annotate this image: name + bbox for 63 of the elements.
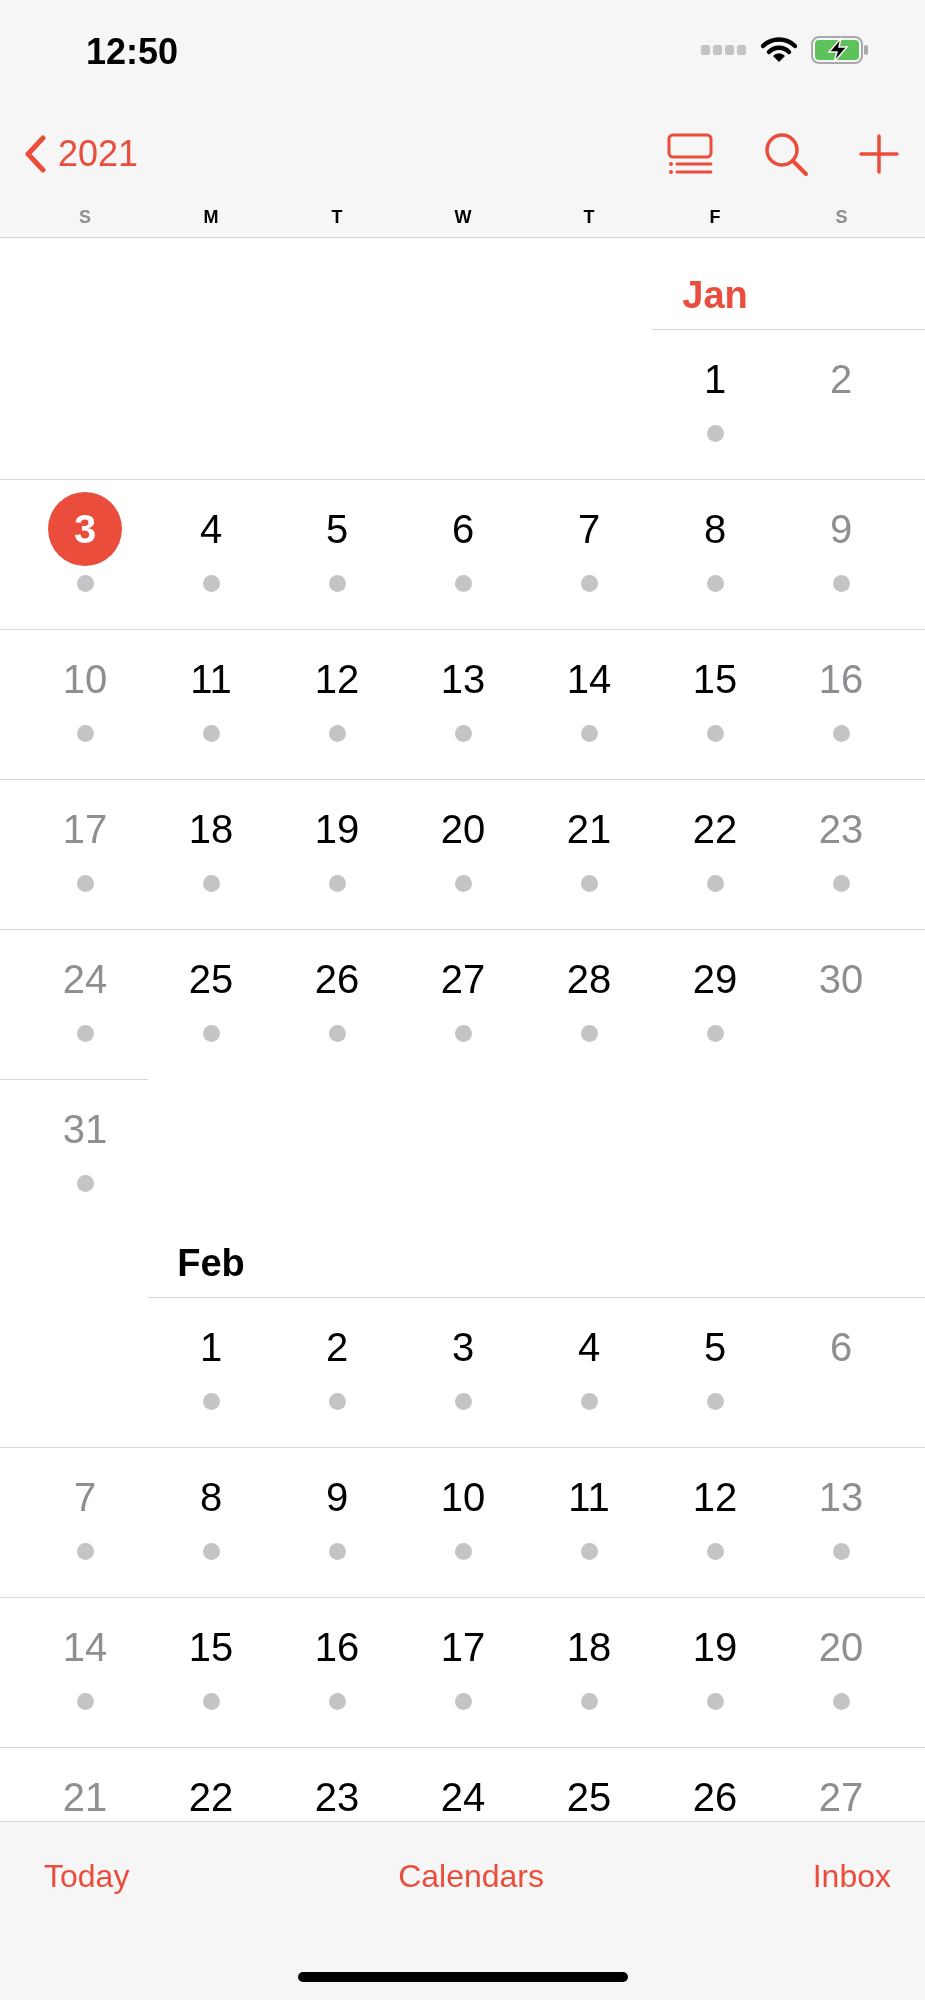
weekday-label: T	[583, 206, 595, 229]
calendar-date[interactable]: 16	[300, 1610, 374, 1684]
calendar-date[interactable]: 1	[678, 342, 752, 416]
calendar-date[interactable]: 4	[552, 1310, 626, 1384]
calendar-date[interactable]: 25	[174, 942, 248, 1016]
calendar-date[interactable]: 3	[426, 1310, 500, 1384]
wifi-icon	[761, 37, 797, 63]
weekday-label: F	[709, 206, 721, 229]
plus-icon	[859, 134, 899, 174]
calendar-date[interactable]: 22	[678, 792, 752, 866]
calendar-date[interactable]: 26	[300, 942, 374, 1016]
calendar-date[interactable]: 1	[174, 1310, 248, 1384]
calendar-date[interactable]: 21	[552, 792, 626, 866]
weekday-label: S	[835, 206, 848, 229]
calendar-date[interactable]: 15	[678, 642, 752, 716]
calendar-date[interactable]: 27	[426, 942, 500, 1016]
weekday-label: M	[203, 206, 219, 229]
calendar-date[interactable]: 12	[678, 1460, 752, 1534]
calendar-date[interactable]: 7	[552, 492, 626, 566]
calendar-date[interactable]: 19	[300, 792, 374, 866]
calendar-date[interactable]: 15	[174, 1610, 248, 1684]
battery-charging-icon	[811, 36, 869, 64]
calendar-date[interactable]: 18	[174, 792, 248, 866]
add-button[interactable]	[859, 134, 899, 174]
calendar-date[interactable]: 13	[426, 642, 500, 716]
month-title: Jan	[682, 273, 748, 317]
calendar-date[interactable]: 25	[552, 1760, 626, 1821]
month-title: Feb	[177, 1241, 245, 1285]
calendar-date[interactable]: 29	[678, 942, 752, 1016]
calendar-date[interactable]: 22	[174, 1760, 248, 1821]
calendar-date[interactable]: 26	[678, 1760, 752, 1821]
status-time: 12:50	[86, 31, 179, 73]
today-date[interactable]: 3	[48, 492, 122, 566]
calendar-date[interactable]: 20	[426, 792, 500, 866]
calendar-date[interactable]: 11	[174, 642, 248, 716]
calendar-date[interactable]: 12	[300, 642, 374, 716]
calendar-date[interactable]: 28	[552, 942, 626, 1016]
chevron-left-icon	[24, 135, 46, 173]
calendar-date[interactable]: 10	[426, 1460, 500, 1534]
year-label: 2021	[58, 133, 139, 175]
signal-icon	[701, 45, 747, 55]
calendar-date[interactable]: 6	[426, 492, 500, 566]
calendar-date[interactable]: 8	[174, 1460, 248, 1534]
calendar-date[interactable]: 18	[552, 1610, 626, 1684]
weekday-label: S	[79, 206, 91, 229]
list-view-button[interactable]	[667, 133, 713, 175]
search-icon	[763, 131, 809, 177]
search-button[interactable]	[763, 131, 809, 177]
list-view-icon	[667, 133, 713, 175]
calendar-date[interactable]: 8	[678, 492, 752, 566]
calendar-date[interactable]: 19	[678, 1610, 752, 1684]
calendar-date[interactable]: 23	[300, 1760, 374, 1821]
calendar-date[interactable]: 4	[174, 492, 248, 566]
calendar-date[interactable]: 5	[678, 1310, 752, 1384]
calendar-date[interactable]: 5	[300, 492, 374, 566]
calendar-date[interactable]: 24	[426, 1760, 500, 1821]
calendar-date[interactable]: 11	[552, 1460, 626, 1534]
weekday-label: T	[331, 206, 343, 229]
calendar-date[interactable]: 9	[300, 1460, 374, 1534]
calendar-date[interactable]: 2	[300, 1310, 374, 1384]
weekday-label: W	[454, 206, 472, 229]
calendar-date[interactable]: 17	[426, 1610, 500, 1684]
calendar-date[interactable]: 14	[552, 642, 626, 716]
